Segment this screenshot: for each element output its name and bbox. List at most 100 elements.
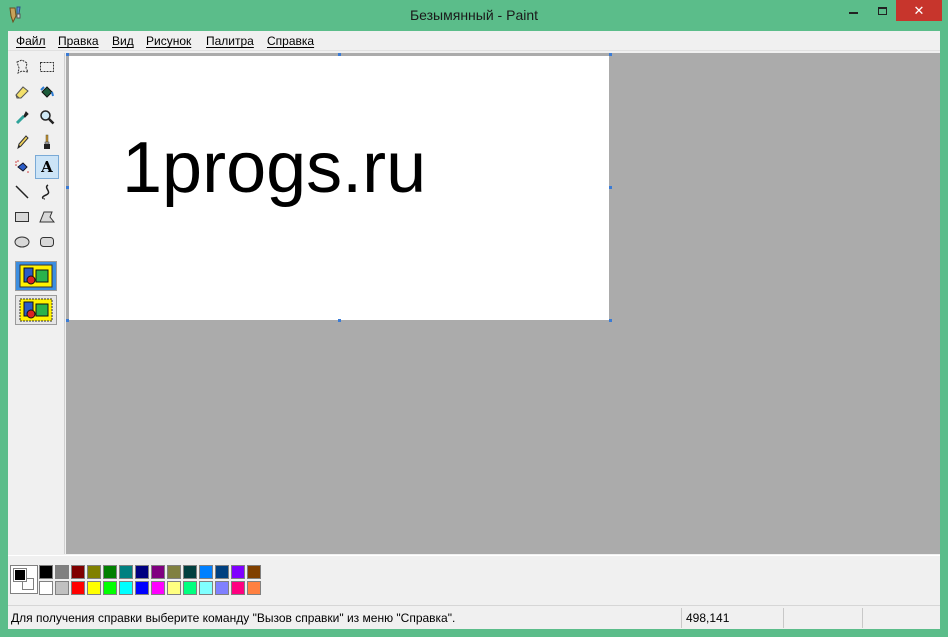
color-swatch[interactable] — [87, 565, 101, 579]
status-bar: Для получения справки выберите команду "… — [8, 605, 940, 629]
color-swatch[interactable] — [215, 581, 229, 595]
ellipse-icon — [14, 236, 30, 248]
tool-eraser[interactable] — [10, 80, 34, 104]
color-swatch[interactable] — [135, 565, 149, 579]
color-swatch[interactable] — [183, 581, 197, 595]
menu-view[interactable]: Вид — [112, 34, 134, 48]
resize-handle-top — [338, 53, 341, 56]
tool-rect-select[interactable] — [35, 55, 59, 79]
color-swatch[interactable] — [71, 581, 85, 595]
tool-fill[interactable] — [35, 80, 59, 104]
menu-help[interactable]: Справка — [267, 34, 314, 48]
color-swatch[interactable] — [55, 581, 69, 595]
menu-file[interactable]: Файл — [16, 34, 46, 48]
color-swatches — [39, 565, 265, 597]
tool-free-select[interactable] — [10, 55, 34, 79]
color-swatch[interactable] — [39, 581, 53, 595]
color-swatch[interactable] — [151, 565, 165, 579]
canvas-text: 1progs.ru — [122, 128, 427, 208]
opaque-background-icon — [19, 264, 53, 288]
resize-handle-bottom[interactable] — [338, 319, 341, 322]
text-tool-icon: A — [41, 158, 53, 176]
window-title: Безымянный - Paint — [409, 7, 539, 23]
fill-bucket-icon — [40, 86, 54, 98]
resize-handle-bottom-right[interactable] — [609, 319, 612, 322]
resize-handle-top-right — [609, 53, 612, 56]
eraser-icon — [15, 86, 29, 99]
menu-edit[interactable]: Правка — [58, 34, 99, 48]
resize-handle-left — [66, 186, 69, 189]
color-swatch[interactable] — [215, 565, 229, 579]
color-swatch[interactable] — [55, 565, 69, 579]
tool-brush[interactable] — [35, 130, 59, 154]
rounded-rectangle-icon — [40, 237, 54, 247]
canvas-workspace: 1progs.ru — [66, 53, 940, 554]
color-swatch[interactable] — [231, 581, 245, 595]
toolbox: A — [8, 53, 65, 554]
free-select-icon — [16, 59, 29, 74]
maximize-button[interactable] — [868, 0, 897, 21]
resize-handle-bottom-left — [66, 319, 69, 322]
color-swatch[interactable] — [135, 581, 149, 595]
status-divider — [862, 608, 863, 628]
tool-curve[interactable] — [35, 180, 59, 204]
color-swatch[interactable] — [167, 581, 181, 595]
color-swatch[interactable] — [247, 565, 261, 579]
magnifier-icon — [40, 110, 55, 125]
airbrush-icon — [15, 160, 29, 173]
curve-icon — [41, 184, 50, 200]
current-colors-indicator — [10, 565, 38, 594]
menu-image[interactable]: Рисунок — [146, 34, 191, 48]
color-swatch[interactable] — [247, 581, 261, 595]
status-divider — [783, 608, 784, 628]
resize-handle-top-left — [66, 53, 69, 56]
color-picker-icon — [15, 111, 29, 125]
color-swatch[interactable] — [231, 565, 245, 579]
minimize-icon — [849, 12, 858, 14]
brush-icon — [44, 134, 50, 149]
tool-magnifier[interactable] — [35, 105, 59, 129]
menu-palette[interactable]: Палитра — [206, 34, 254, 48]
color-swatch[interactable] — [103, 581, 117, 595]
tool-pencil[interactable] — [10, 130, 34, 154]
color-swatch[interactable] — [183, 565, 197, 579]
color-swatch[interactable] — [71, 565, 85, 579]
color-swatch[interactable] — [119, 565, 133, 579]
tool-rounded-rectangle[interactable] — [35, 230, 59, 254]
color-swatch[interactable] — [167, 565, 181, 579]
paint-window: Безымянный - Paint ✕ Файл Правка Вид Рис… — [0, 0, 948, 637]
foreground-color — [13, 568, 27, 582]
minimize-button[interactable] — [839, 0, 868, 21]
tool-rectangle[interactable] — [10, 205, 34, 229]
pencil-icon — [17, 135, 29, 150]
color-swatch[interactable] — [87, 581, 101, 595]
tool-text[interactable]: A — [35, 155, 59, 179]
tool-ellipse[interactable] — [10, 230, 34, 254]
polygon-icon — [39, 211, 55, 223]
tool-airbrush[interactable] — [10, 155, 34, 179]
color-swatch[interactable] — [199, 581, 213, 595]
client-area: Файл Правка Вид Рисунок Палитра Справка — [8, 31, 940, 629]
status-help-text: Для получения справки выберите команду "… — [11, 611, 456, 625]
maximize-icon — [878, 6, 887, 15]
rectangle-icon — [15, 212, 29, 222]
color-swatch[interactable] — [119, 581, 133, 595]
tool-color-picker[interactable] — [10, 105, 34, 129]
color-swatch[interactable] — [151, 581, 165, 595]
color-palette-bar — [8, 555, 940, 605]
drawing-canvas[interactable]: 1progs.ru — [69, 56, 609, 320]
status-coordinates: 498,141 — [686, 611, 730, 625]
text-background-transparent-option[interactable] — [15, 295, 57, 325]
color-swatch[interactable] — [103, 565, 117, 579]
close-icon: ✕ — [913, 3, 925, 18]
transparent-background-icon — [19, 298, 53, 322]
color-swatch[interactable] — [199, 565, 213, 579]
close-button[interactable]: ✕ — [896, 0, 942, 21]
resize-handle-right[interactable] — [609, 186, 612, 189]
title-bar[interactable]: Безымянный - Paint ✕ — [0, 0, 948, 31]
rect-select-icon — [40, 62, 54, 72]
tool-polygon[interactable] — [35, 205, 59, 229]
tool-line[interactable] — [10, 180, 34, 204]
color-swatch[interactable] — [39, 565, 53, 579]
text-background-opaque-option[interactable] — [15, 261, 57, 291]
